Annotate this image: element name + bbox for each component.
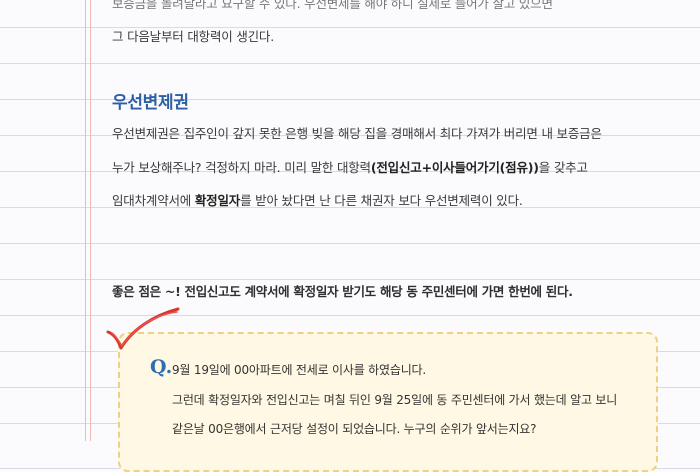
section-title: 우선변제권 <box>112 93 189 113</box>
paragraph-text: 를 받아 놨다면 난 다른 채권자 보다 우선변제력이 있다. <box>240 193 523 208</box>
text-line: 그 다음날부터 대항력이 생긴다. <box>112 29 274 44</box>
question-line-1: 9월 19일에 00아파트에 전세로 이사를 하였습니다. <box>172 363 426 377</box>
question-marker: Q. <box>150 356 173 378</box>
paragraph-line-1: 우선변제권은 집주인이 갚지 못한 은행 빚을 해당 집을 경매해서 최다 가져… <box>112 126 602 141</box>
check-mark-icon <box>106 307 180 350</box>
paragraph-text: 을 갖추고 <box>538 160 588 175</box>
question-line-2: 그런데 확정일자와 전입신고는 며칠 뒤인 9월 25일에 동 주민센터에 가서… <box>172 393 618 407</box>
margin-line <box>90 0 91 441</box>
emphasis-text: 확정일자 <box>194 193 241 208</box>
paragraph-text: 누가 보상해주나? 걱정하지 마라. 미리 말한 대항력 <box>112 160 371 175</box>
paragraph-line-3: 임대차계약서에 확정일자를 받아 놨다면 난 다른 채권자 보다 우선변제력이 … <box>112 190 523 209</box>
question-line-3: 같은날 00은행에서 근저당 설정이 되었습니다. 누구의 순위가 앞서는지요? <box>172 422 537 436</box>
margin-line <box>85 0 86 441</box>
tip-note: 좋은 점은 ~! 전입신고도 계약서에 확정일자 받기도 해당 동 주민센터에 … <box>112 284 573 299</box>
emphasis-text: (전입신고+이사들어가기(점유)) <box>370 160 539 175</box>
paragraph-text: 임대차계약서에 <box>112 193 195 208</box>
paragraph-line-2: 누가 보상해주나? 걱정하지 마라. 미리 말한 대항력(전입신고+이사들어가기… <box>112 157 588 176</box>
cut-off-text-line: 보증금을 돌려달라고 요구할 수 있다. 우선변제를 해야 하니 실제로 들어가… <box>112 0 553 11</box>
